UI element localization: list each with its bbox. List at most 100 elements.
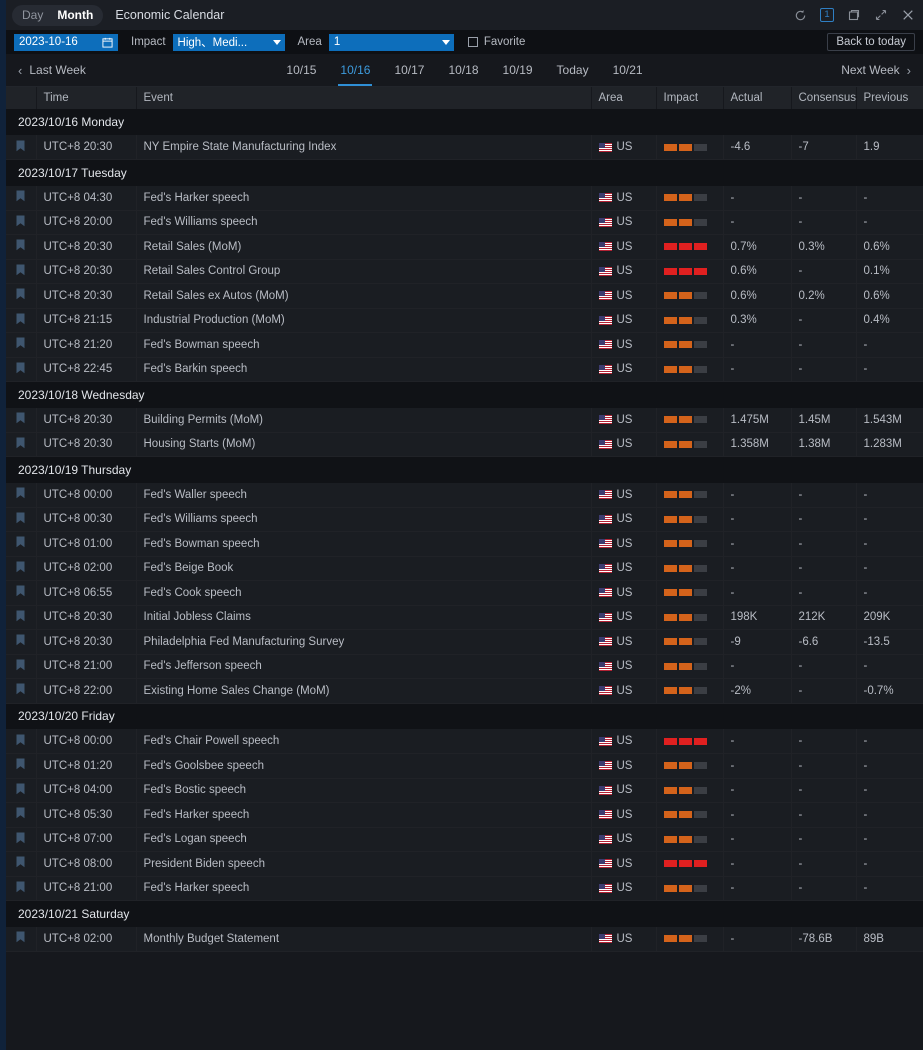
bookmark-cell[interactable] xyxy=(6,876,36,901)
bookmark-icon[interactable] xyxy=(16,585,25,600)
impact-select[interactable]: High、Medi... xyxy=(173,34,285,51)
table-row[interactable]: UTC+8 01:00Fed's Bowman speechUS--- xyxy=(6,532,923,557)
bookmark-cell[interactable] xyxy=(6,333,36,358)
last-week-button[interactable]: ‹ Last Week xyxy=(18,63,86,77)
bookmark-icon[interactable] xyxy=(16,487,25,502)
bookmark-cell[interactable] xyxy=(6,507,36,532)
table-row[interactable]: UTC+8 20:00Fed's Williams speechUS--- xyxy=(6,210,923,235)
bookmark-icon[interactable] xyxy=(16,313,25,328)
day-tab-10-18[interactable]: 10/18 xyxy=(436,54,490,86)
bookmark-icon[interactable] xyxy=(16,832,25,847)
table-row[interactable]: UTC+8 02:00Monthly Budget StatementUS--7… xyxy=(6,927,923,952)
table-row[interactable]: UTC+8 20:30Retail Sales ex Autos (MoM)US… xyxy=(6,284,923,309)
table-row[interactable]: UTC+8 01:20Fed's Goolsbee speechUS--- xyxy=(6,754,923,779)
day-month-toggle[interactable]: Day Month xyxy=(12,5,103,26)
bookmark-icon[interactable] xyxy=(16,634,25,649)
bookmark-cell[interactable] xyxy=(6,581,36,606)
bookmark-cell[interactable] xyxy=(6,357,36,382)
bookmark-cell[interactable] xyxy=(6,927,36,952)
bookmark-icon[interactable] xyxy=(16,412,25,427)
bookmark-cell[interactable] xyxy=(6,556,36,581)
table-row[interactable]: UTC+8 08:00President Biden speechUS--- xyxy=(6,852,923,877)
table-row[interactable]: UTC+8 04:00Fed's Bostic speechUS--- xyxy=(6,778,923,803)
bookmark-icon[interactable] xyxy=(16,215,25,230)
expand-icon[interactable] xyxy=(874,8,888,22)
bookmark-icon[interactable] xyxy=(16,659,25,674)
table-row[interactable]: UTC+8 07:00Fed's Logan speechUS--- xyxy=(6,827,923,852)
bookmark-cell[interactable] xyxy=(6,605,36,630)
table-row[interactable]: UTC+8 20:30NY Empire State Manufacturing… xyxy=(6,135,923,160)
bookmark-cell[interactable] xyxy=(6,135,36,160)
bookmark-icon[interactable] xyxy=(16,264,25,279)
toggle-day[interactable]: Day xyxy=(15,5,50,26)
day-tab-10-17[interactable]: 10/17 xyxy=(382,54,436,86)
area-select[interactable]: 1 xyxy=(329,34,454,51)
bookmark-cell[interactable] xyxy=(6,284,36,309)
table-row[interactable]: UTC+8 05:30Fed's Harker speechUS--- xyxy=(6,803,923,828)
bookmark-cell[interactable] xyxy=(6,210,36,235)
bookmark-cell[interactable] xyxy=(6,532,36,557)
table-row[interactable]: UTC+8 02:00Fed's Beige BookUS--- xyxy=(6,556,923,581)
bookmark-cell[interactable] xyxy=(6,432,36,457)
table-row[interactable]: UTC+8 00:30Fed's Williams speechUS--- xyxy=(6,507,923,532)
table-row[interactable]: UTC+8 00:00Fed's Waller speechUS--- xyxy=(6,483,923,508)
back-to-today-button[interactable]: Back to today xyxy=(827,33,915,51)
bookmark-cell[interactable] xyxy=(6,729,36,754)
bookmark-icon[interactable] xyxy=(16,931,25,946)
bookmark-cell[interactable] xyxy=(6,483,36,508)
next-week-button[interactable]: Next Week › xyxy=(841,63,911,77)
favorite-checkbox[interactable]: Favorite xyxy=(468,36,526,48)
bookmark-cell[interactable] xyxy=(6,679,36,704)
bookmark-cell[interactable] xyxy=(6,754,36,779)
day-tab-10-19[interactable]: 10/19 xyxy=(491,54,545,86)
table-row[interactable]: UTC+8 21:20Fed's Bowman speechUS--- xyxy=(6,333,923,358)
table-row[interactable]: UTC+8 20:30Retail Sales Control GroupUS0… xyxy=(6,259,923,284)
toggle-month[interactable]: Month xyxy=(50,5,100,26)
bookmark-cell[interactable] xyxy=(6,654,36,679)
bookmark-cell[interactable] xyxy=(6,827,36,852)
table-row[interactable]: UTC+8 20:30Philadelphia Fed Manufacturin… xyxy=(6,630,923,655)
table-row[interactable]: UTC+8 04:30Fed's Harker speechUS--- xyxy=(6,186,923,211)
table-row[interactable]: UTC+8 20:30Retail Sales (MoM)US0.7%0.3%0… xyxy=(6,235,923,260)
bookmark-icon[interactable] xyxy=(16,190,25,205)
bookmark-icon[interactable] xyxy=(16,288,25,303)
bookmark-cell[interactable] xyxy=(6,852,36,877)
bookmark-icon[interactable] xyxy=(16,610,25,625)
bookmark-cell[interactable] xyxy=(6,803,36,828)
bookmark-icon[interactable] xyxy=(16,856,25,871)
day-tab-10-15[interactable]: 10/15 xyxy=(274,54,328,86)
table-row[interactable]: UTC+8 21:00Fed's Harker speechUS--- xyxy=(6,876,923,901)
bookmark-cell[interactable] xyxy=(6,235,36,260)
bookmark-icon[interactable] xyxy=(16,881,25,896)
day-tab-10-21[interactable]: 10/21 xyxy=(601,54,655,86)
window-count-badge[interactable]: 1 xyxy=(820,8,834,22)
bookmark-icon[interactable] xyxy=(16,140,25,155)
bookmark-icon[interactable] xyxy=(16,239,25,254)
table-row[interactable]: UTC+8 21:00Fed's Jefferson speechUS--- xyxy=(6,654,923,679)
table-row[interactable]: UTC+8 00:00Fed's Chair Powell speechUS--… xyxy=(6,729,923,754)
bookmark-icon[interactable] xyxy=(16,362,25,377)
bookmark-icon[interactable] xyxy=(16,683,25,698)
table-row[interactable]: UTC+8 20:30Building Permits (MoM)US1.475… xyxy=(6,408,923,433)
bookmark-cell[interactable] xyxy=(6,186,36,211)
bookmark-icon[interactable] xyxy=(16,512,25,527)
bookmark-icon[interactable] xyxy=(16,337,25,352)
bookmark-cell[interactable] xyxy=(6,308,36,333)
table-row[interactable]: UTC+8 22:45Fed's Barkin speechUS--- xyxy=(6,357,923,382)
date-picker[interactable]: 2023-10-16 xyxy=(14,34,118,51)
bookmark-cell[interactable] xyxy=(6,259,36,284)
bookmark-icon[interactable] xyxy=(16,437,25,452)
bookmark-icon[interactable] xyxy=(16,758,25,773)
table-row[interactable]: UTC+8 20:30Initial Jobless ClaimsUS198K2… xyxy=(6,605,923,630)
bookmark-cell[interactable] xyxy=(6,408,36,433)
table-row[interactable]: UTC+8 22:00Existing Home Sales Change (M… xyxy=(6,679,923,704)
bookmark-icon[interactable] xyxy=(16,783,25,798)
bookmark-icon[interactable] xyxy=(16,734,25,749)
refresh-icon[interactable] xyxy=(793,8,807,22)
bookmark-cell[interactable] xyxy=(6,778,36,803)
table-row[interactable]: UTC+8 06:55Fed's Cook speechUS--- xyxy=(6,581,923,606)
bookmark-icon[interactable] xyxy=(16,807,25,822)
table-row[interactable]: UTC+8 21:15Industrial Production (MoM)US… xyxy=(6,308,923,333)
restore-window-icon[interactable] xyxy=(847,8,861,22)
day-tab-10-16[interactable]: 10/16 xyxy=(328,54,382,86)
